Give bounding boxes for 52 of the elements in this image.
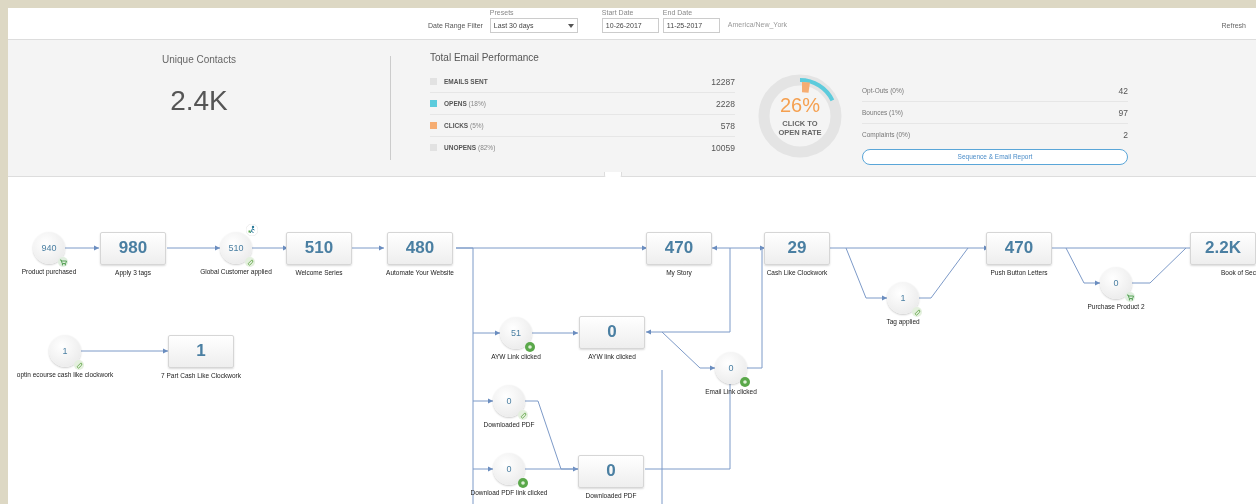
click-icon xyxy=(740,377,750,387)
event-node[interactable]: 1 xyxy=(49,335,81,367)
connector-arrow xyxy=(166,245,221,251)
step-node[interactable]: 470 xyxy=(646,231,712,265)
cart-icon xyxy=(58,257,68,267)
stat-value: 2 xyxy=(1123,129,1128,140)
step-node[interactable]: 980 xyxy=(100,231,166,265)
cart-icon xyxy=(1125,292,1135,302)
stat-value: 97 xyxy=(1118,107,1128,118)
step-node[interactable]: 29 xyxy=(764,231,830,265)
event-node[interactable]: 510 xyxy=(220,232,252,264)
click-to-open-rate-value: 26% xyxy=(779,94,821,117)
event-node[interactable]: 51 xyxy=(500,317,532,349)
step-node[interactable]: 0 xyxy=(579,315,645,349)
step-node[interactable]: 2.2K xyxy=(1190,231,1256,265)
step-node[interactable]: 0 xyxy=(578,454,644,488)
connector-arrow xyxy=(64,245,100,251)
metric-value: 578 xyxy=(720,120,735,131)
connector-arrow xyxy=(472,398,494,404)
caret-icon xyxy=(567,23,574,28)
event-node[interactable]: 0 xyxy=(493,453,525,485)
connector-line xyxy=(1131,247,1187,284)
click-icon xyxy=(518,478,528,488)
event-node[interactable]: 0 xyxy=(1100,267,1132,299)
connector-arrow xyxy=(472,466,494,472)
connector-arrow xyxy=(251,245,289,251)
tag-icon xyxy=(245,257,255,267)
step-node[interactable]: 510 xyxy=(286,231,352,265)
metric-value: 10059 xyxy=(711,142,735,153)
event-node[interactable]: 0 xyxy=(493,385,525,417)
step-node[interactable]: 470 xyxy=(986,231,1052,265)
tag-icon xyxy=(912,307,922,317)
connector-arrow xyxy=(531,330,579,336)
metric-value: 2228 xyxy=(716,98,735,109)
stat-value: 42 xyxy=(1118,85,1128,96)
connector-line xyxy=(918,247,969,299)
email-performance-title: Total Email Performance xyxy=(430,52,540,63)
step-node[interactable]: 1 xyxy=(168,334,234,368)
unique-contacts-title: Unique Contacts xyxy=(162,54,236,65)
unique-contacts-value: 2.4K xyxy=(170,85,228,117)
connector-line xyxy=(524,468,579,470)
metric-value: 12287 xyxy=(711,76,735,87)
connector-arrow xyxy=(472,330,501,336)
event-node[interactable]: 1 xyxy=(887,282,919,314)
step-node[interactable]: 480 xyxy=(387,231,453,265)
event-node[interactable]: 0 xyxy=(715,352,747,384)
tag-icon xyxy=(74,360,84,370)
tag-icon xyxy=(518,410,528,420)
click-icon xyxy=(525,342,535,352)
event-node[interactable]: 940 xyxy=(33,232,65,264)
person-icon xyxy=(246,224,258,236)
connector-arrow xyxy=(349,245,385,251)
